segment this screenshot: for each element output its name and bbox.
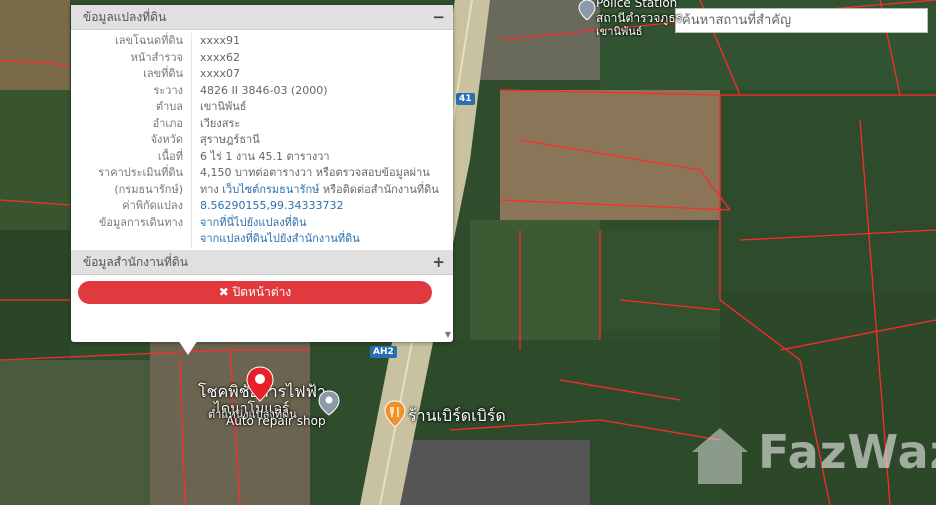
travel-label: ข้อมูลการเดินทาง — [71, 214, 192, 248]
route-41-shield: 41 — [456, 93, 475, 105]
police-pin-icon[interactable] — [578, 0, 596, 20]
coords-label: ค่าพิกัดแปลง — [71, 198, 192, 215]
row-label: จังหวัด — [71, 132, 192, 149]
price-value: 4,150 บาทต่อตารางวา หรือตรวจสอบข้อมูลผ่า… — [192, 165, 439, 198]
row-label: เนื้อที่ — [71, 148, 192, 165]
row-value: เขานิพันธ์ — [200, 100, 247, 113]
info-row: เลขที่ดิน xxxx07 — [71, 66, 453, 83]
row-value: สุราษฎร์ธานี — [200, 133, 260, 146]
scroll-down-icon[interactable]: ▼ — [445, 330, 451, 339]
fazwaz-watermark: FazWaz — [758, 425, 936, 479]
place-pin-icon[interactable] — [318, 390, 340, 416]
popup-pointer — [176, 337, 200, 355]
row-label: อำเภอ — [71, 115, 192, 132]
price-line1: 4,150 บาทต่อตารางวา หรือตรวจสอบข้อมูลผ่า… — [200, 166, 430, 179]
row-value: 6 ไร่ 1 งาน 45.1 ตารางวา — [200, 149, 330, 163]
land-office-title: ข้อมูลสำนักงานที่ดิน — [83, 254, 188, 269]
info-row: เลขโฉนดที่ดิน xxxx91 — [71, 33, 453, 50]
row-label: ระวาง — [71, 82, 192, 99]
price-row: ราคาประเมินที่ดิน (กรมธนารักษ์) 4,150 บาท… — [71, 165, 453, 198]
land-office-header[interactable]: ข้อมูลสำนักงานที่ดิน + — [71, 250, 453, 275]
row-label: เลขโฉนดที่ดิน — [71, 33, 192, 50]
travel-links: จากที่นี่ไปยังแปลงที่ดิน จากแปลงที่ดินไป… — [192, 215, 360, 248]
price-label: ราคาประเมินที่ดิน (กรมธนารักษ์) — [71, 165, 192, 198]
land-info-title: ข้อมูลแปลงที่ดิน — [83, 9, 167, 24]
row-value: xxxx91 — [200, 34, 241, 47]
land-info-header[interactable]: ข้อมูลแปลงที่ดิน − — [71, 5, 453, 30]
treasury-website-link[interactable]: เว็บไซต์กรมธนารักษ์ — [222, 183, 319, 196]
row-value: xxxx07 — [200, 67, 241, 80]
coords-link[interactable]: 8.56290155,99.34333732 — [192, 198, 343, 215]
row-value: xxxx62 — [200, 50, 241, 64]
info-row: เนื้อที่ 6 ไร่ 1 งาน 45.1 ตารางวา — [71, 148, 453, 165]
collapse-icon[interactable]: − — [432, 8, 445, 26]
close-window-button[interactable]: ✖ ปิดหน้าต่าง — [78, 281, 432, 304]
coords-row: ค่าพิกัดแปลง 8.56290155,99.34333732 — [71, 198, 453, 215]
auto-repair-label[interactable]: Auto repair shop — [226, 414, 326, 428]
travel-row: ข้อมูลการเดินทาง จากที่นี่ไปยังแปลงที่ดิ… — [71, 214, 453, 248]
route-ah2-shield: AH2 — [370, 346, 397, 358]
price-label-line1: ราคาประเมินที่ดิน — [98, 166, 183, 179]
directions-to-parcel-link[interactable]: จากที่นี่ไปยังแปลงที่ดิน — [200, 216, 306, 229]
info-row: อำเภอ เวียงสระ — [71, 115, 453, 132]
row-label: เลขที่ดิน — [71, 66, 192, 83]
price-label-line2: (กรมธนารักษ์) — [114, 182, 183, 196]
row-label: ตำบล — [71, 99, 192, 116]
fazwaz-logo-icon — [692, 428, 748, 484]
directions-to-office-link[interactable]: จากแปลงที่ดินไปยังสำนักงานที่ดิน — [200, 232, 360, 245]
expand-icon[interactable]: + — [432, 253, 445, 271]
info-row: ตำบล เขานิพันธ์ — [71, 99, 453, 116]
landmark-search-input[interactable] — [675, 8, 928, 33]
police-station-thai-label-2[interactable]: เขานิพันธ์ — [596, 22, 642, 40]
restaurant-pin-icon[interactable] — [384, 400, 406, 428]
row-label: หน้าสำรวจ — [71, 49, 192, 66]
row-value: เวียงสระ — [200, 116, 241, 130]
row-value: 4826 II 3846-03 (2000) — [200, 83, 328, 97]
land-info-table: เลขโฉนดที่ดิน xxxx91 หน้าสำรวจ xxxx62 เลขท… — [71, 30, 453, 248]
restaurant-label[interactable]: ร้านเบิร์ดเบิร์ด — [408, 404, 506, 429]
price-line2-pre: ทาง — [200, 182, 223, 196]
info-row: ระวาง 4826 II 3846-03 (2000) — [71, 82, 453, 99]
land-location-marker-icon[interactable] — [246, 366, 274, 402]
price-line2-post: หรือติดต่อสำนักงานที่ดิน — [319, 182, 439, 196]
land-info-popup: ข้อมูลแปลงที่ดิน − เลขโฉนดที่ดิน xxxx91 ห… — [71, 5, 453, 342]
info-row: หน้าสำรวจ xxxx62 — [71, 49, 453, 66]
info-row: จังหวัด สุราษฎร์ธานี — [71, 132, 453, 149]
